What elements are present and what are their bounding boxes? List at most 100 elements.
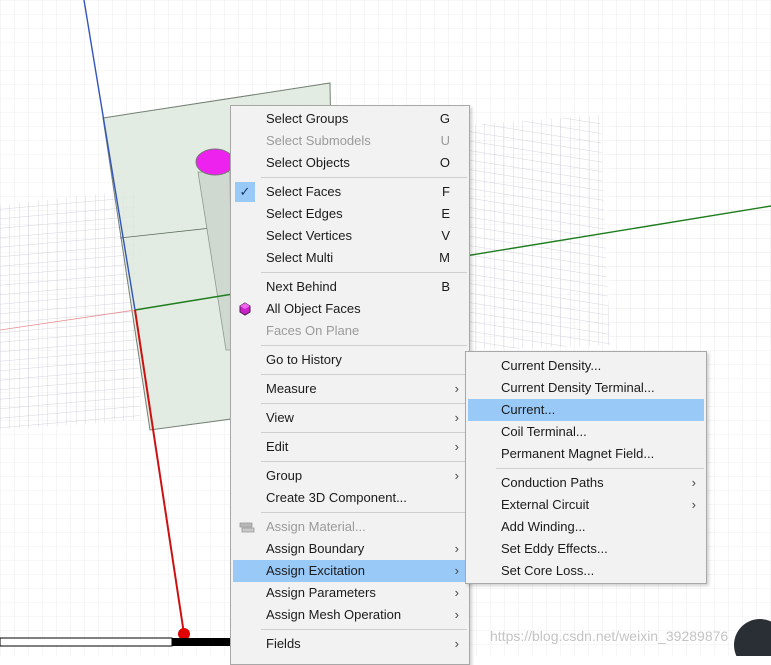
submenu-item-coil-terminal[interactable]: Coil Terminal... [468, 421, 704, 443]
chevron-right-icon: › [691, 497, 696, 512]
menu-item-label: Current... [501, 402, 556, 417]
selected-face [195, 148, 235, 176]
menu-separator [261, 512, 467, 513]
chevron-right-icon: › [454, 563, 459, 578]
menu-item-label: External Circuit [501, 497, 590, 512]
menu-item-group[interactable]: Group › [233, 465, 467, 487]
menu-item-label: Conduction Paths [501, 475, 604, 490]
menu-separator [261, 177, 467, 178]
submenu-item-set-core-loss[interactable]: Set Core Loss... [468, 560, 704, 582]
menu-item-assign-excitation[interactable]: Assign Excitation › [233, 560, 467, 582]
menu-item-view[interactable]: View › [233, 407, 467, 429]
submenu-item-current[interactable]: Current... [468, 399, 704, 421]
excitation-submenu: Current Density... Current Density Termi… [465, 351, 707, 584]
menu-item-label: Add Winding... [501, 519, 586, 534]
menu-item-select-faces[interactable]: ✓ Select Faces F [233, 181, 467, 203]
watermark: https://blog.csdn.net/weixin_39289876 [490, 628, 728, 644]
shortcut-key: M [439, 250, 450, 265]
chevron-right-icon: › [454, 607, 459, 622]
submenu-item-current-density-terminal[interactable]: Current Density Terminal... [468, 377, 704, 399]
shortcut-key: O [439, 155, 450, 170]
menu-separator [261, 403, 467, 404]
menu-item-label: Current Density Terminal... [501, 380, 655, 395]
context-menu: Select Groups G Select Submodels U Select … [230, 105, 470, 665]
menu-item-label: Measure [266, 381, 317, 396]
shortcut-key: G [439, 111, 450, 126]
menu-item-create-3d-component[interactable]: Create 3D Component... [233, 487, 467, 509]
shortcut-key: V [441, 228, 450, 243]
chevron-right-icon: › [454, 468, 459, 483]
menu-item-select-edges[interactable]: Select Edges E [233, 203, 467, 225]
menu-item-label: Select Submodels [266, 133, 371, 148]
shortcut-key: B [441, 279, 450, 294]
menu-item-label: Group [266, 468, 303, 483]
menu-item-label: Create 3D Component... [266, 490, 407, 505]
submenu-item-current-density[interactable]: Current Density... [468, 355, 704, 377]
menu-item-all-object-faces[interactable]: All Object Faces [233, 298, 467, 320]
menu-item-next-behind[interactable]: Next Behind B [233, 276, 467, 298]
shortcut-key: E [441, 206, 450, 221]
submenu-item-conduction-paths[interactable]: Conduction Paths › [468, 472, 704, 494]
submenu-item-external-circuit[interactable]: External Circuit › [468, 494, 704, 516]
menu-item-label: Select Edges [266, 206, 343, 221]
menu-item-label: Current Density... [501, 358, 602, 373]
menu-item-select-submodels[interactable]: Select Submodels U [233, 130, 467, 152]
menu-item-label: Select Groups [266, 111, 349, 126]
menu-item-label: Select Objects [266, 155, 350, 170]
menu-item-label: Fields [266, 636, 301, 651]
submenu-item-set-eddy-effects[interactable]: Set Eddy Effects... [468, 538, 704, 560]
menu-item-label: Assign Mesh Operation [266, 607, 402, 622]
menu-item-assign-parameters[interactable]: Assign Parameters › [233, 582, 467, 604]
menu-item-label: Assign Material... [266, 519, 366, 534]
chevron-right-icon: › [454, 585, 459, 600]
menu-item-label: Go to History [266, 352, 342, 367]
menu-item-faces-on-plane[interactable]: Faces On Plane [233, 320, 467, 342]
menu-item-label: Set Eddy Effects... [501, 541, 608, 556]
menu-item-assign-mesh-operation[interactable]: Assign Mesh Operation › [233, 604, 467, 626]
menu-separator [261, 345, 467, 346]
shortcut-key: F [442, 184, 450, 199]
menu-item-select-groups[interactable]: Select Groups G [233, 108, 467, 130]
menu-separator [261, 374, 467, 375]
object-faces-icon [239, 302, 251, 316]
menu-item-go-to-history[interactable]: Go to History [233, 349, 467, 371]
submenu-item-permanent-magnet-field[interactable]: Permanent Magnet Field... [468, 443, 704, 465]
menu-item-label: Edit [266, 439, 289, 454]
menu-item-label: Assign Parameters [266, 585, 376, 600]
menu-item-label: Next Behind [266, 279, 337, 294]
chevron-right-icon: › [454, 381, 459, 396]
menu-separator [261, 629, 467, 630]
menu-separator [261, 461, 467, 462]
menu-item-label: Assign Excitation [266, 563, 365, 578]
checkmark-icon: ✓ [235, 182, 255, 202]
menu-item-label: Select Multi [266, 250, 334, 265]
scale-ruler [0, 637, 232, 647]
menu-item-label: Coil Terminal... [501, 424, 587, 439]
menu-item-measure[interactable]: Measure › [233, 378, 467, 400]
menu-item-label: Permanent Magnet Field... [501, 446, 655, 461]
menu-item-label: View [266, 410, 294, 425]
shortcut-key: U [440, 133, 450, 148]
chevron-right-icon: › [691, 475, 696, 490]
menu-separator [261, 432, 467, 433]
menu-item-label: Set Core Loss... [501, 563, 595, 578]
menu-item-fields[interactable]: Fields › [233, 633, 467, 655]
chevron-right-icon: › [454, 410, 459, 425]
menu-item-assign-boundary[interactable]: Assign Boundary › [233, 538, 467, 560]
menu-item-select-vertices[interactable]: Select Vertices V [233, 225, 467, 247]
material-icon [239, 522, 255, 533]
menu-separator [496, 468, 704, 469]
chevron-right-icon: › [454, 541, 459, 556]
menu-item-label: Select Faces [266, 184, 342, 199]
menu-separator [261, 272, 467, 273]
menu-item-label: Select Vertices [266, 228, 352, 243]
menu-item-select-multi[interactable]: Select Multi M [233, 247, 467, 269]
menu-item-label: Faces On Plane [266, 323, 360, 338]
menu-item-label: All Object Faces [266, 301, 361, 316]
menu-item-select-objects[interactable]: Select Objects O [233, 152, 467, 174]
chevron-right-icon: › [454, 636, 459, 651]
submenu-item-add-winding[interactable]: Add Winding... [468, 516, 704, 538]
menu-item-edit[interactable]: Edit › [233, 436, 467, 458]
menu-item-label: Assign Boundary [266, 541, 365, 556]
menu-item-assign-material[interactable]: Assign Material... [233, 516, 467, 538]
